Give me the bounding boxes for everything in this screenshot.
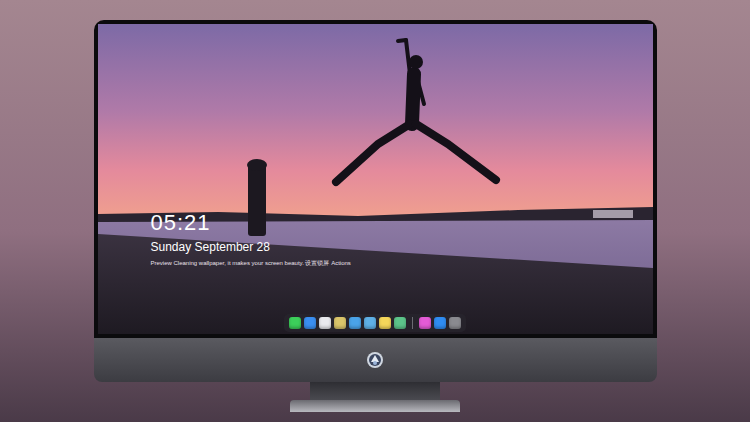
monitor: 05:21 Sunday September 28 Preview Cleaning… bbox=[94, 20, 657, 412]
dock-app-icon[interactable] bbox=[364, 317, 376, 329]
lock-screen: 05:21 Sunday September 28 Preview Cleaning… bbox=[98, 24, 653, 334]
monitor-bezel: 05:21 Sunday September 28 Preview Cleaning… bbox=[94, 20, 657, 338]
dock-app-icon[interactable] bbox=[334, 317, 346, 329]
dock-app-icon[interactable] bbox=[394, 317, 406, 329]
date: Sunday September 28 bbox=[151, 240, 653, 255]
dock-app-icon[interactable] bbox=[434, 317, 446, 329]
brand-logo-icon bbox=[366, 351, 384, 369]
clock: 05:21 bbox=[151, 210, 653, 236]
lock-info: 05:21 Sunday September 28 Preview Cleaning… bbox=[98, 24, 653, 267]
caption: Preview Cleaning wallpaper, it makes you… bbox=[151, 259, 653, 267]
dock-app-icon[interactable] bbox=[449, 317, 461, 329]
dock-app-icon[interactable] bbox=[289, 317, 301, 329]
dock bbox=[284, 314, 466, 332]
monitor-base bbox=[290, 400, 460, 412]
dock-app-icon[interactable] bbox=[319, 317, 331, 329]
wallpaper-photo bbox=[98, 24, 653, 334]
monitor-chin bbox=[94, 338, 657, 382]
dock-app-icon[interactable] bbox=[419, 317, 431, 329]
dock-app-icon[interactable] bbox=[304, 317, 316, 329]
mockup-background: 05:21 Sunday September 28 Preview Cleaning… bbox=[0, 0, 750, 422]
dock-app-icon[interactable] bbox=[349, 317, 361, 329]
monitor-neck bbox=[310, 382, 440, 400]
dock-separator bbox=[412, 317, 413, 329]
dock-app-icon[interactable] bbox=[379, 317, 391, 329]
